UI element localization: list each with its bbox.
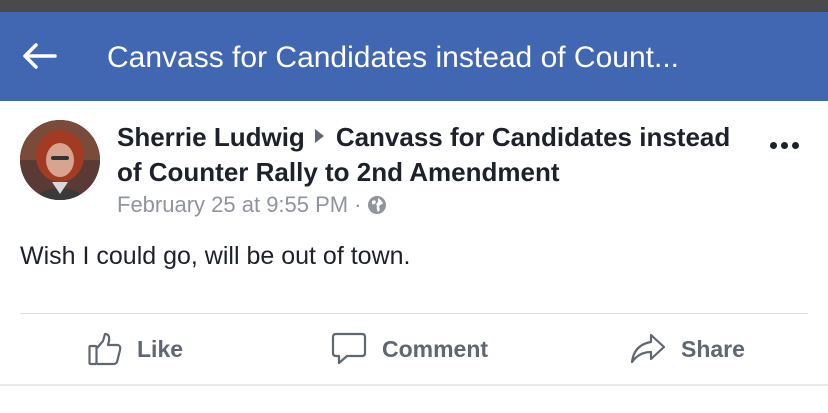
comment-label: Comment bbox=[382, 335, 489, 362]
share-button[interactable]: Share bbox=[629, 328, 745, 370]
like-button[interactable]: Like bbox=[87, 328, 183, 370]
status-bar bbox=[0, 0, 828, 12]
comment-button[interactable]: Comment bbox=[330, 328, 488, 370]
post-timestamp[interactable]: February 25 at 9:55 PM bbox=[117, 191, 348, 219]
more-dot bbox=[769, 141, 777, 149]
author-name-link[interactable]: Sherrie Ludwig bbox=[117, 122, 305, 152]
share-icon bbox=[629, 331, 667, 367]
share-label: Share bbox=[681, 335, 745, 362]
divider bbox=[20, 313, 808, 314]
thumbs-up-icon bbox=[87, 331, 123, 367]
globe-icon bbox=[367, 195, 387, 215]
arrow-left-icon bbox=[23, 42, 57, 74]
caret-right-icon bbox=[314, 129, 324, 143]
more-dot bbox=[780, 141, 788, 149]
page-title: Canvass for Candidates instead of Count.… bbox=[107, 41, 679, 74]
like-label: Like bbox=[137, 335, 184, 362]
post-meta: February 25 at 9:55 PM · bbox=[117, 191, 387, 219]
author-avatar[interactable] bbox=[20, 120, 100, 200]
more-options-button[interactable] bbox=[762, 132, 806, 158]
more-dot bbox=[791, 141, 799, 149]
post-heading: Sherrie Ludwig Canvass for Candidates ins… bbox=[117, 120, 737, 190]
comment-icon bbox=[330, 331, 368, 367]
post-body: Wish I could go, will be out of town. bbox=[20, 242, 411, 270]
meta-separator: · bbox=[354, 192, 362, 217]
back-button[interactable] bbox=[18, 36, 62, 80]
bottom-divider bbox=[0, 384, 828, 386]
app-header: Canvass for Candidates instead of Count.… bbox=[0, 12, 828, 101]
